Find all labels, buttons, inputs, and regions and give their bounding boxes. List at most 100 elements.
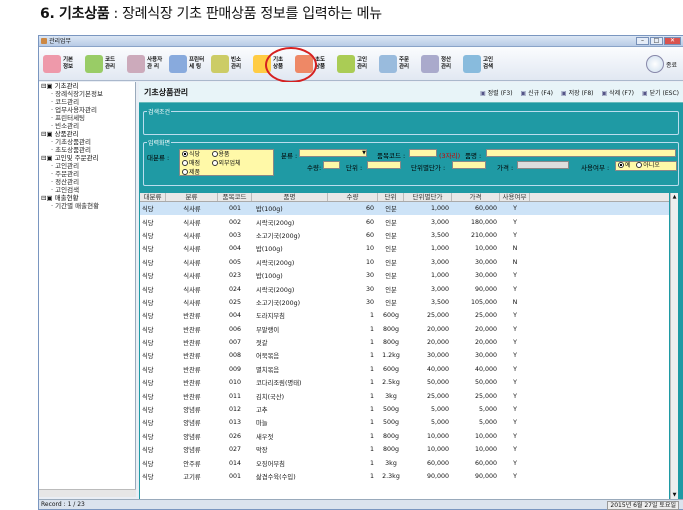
table-cell: 012 bbox=[228, 406, 242, 414]
status-date: 2015년 6월 27일 토요일 bbox=[607, 501, 679, 510]
table-cell: 식당 bbox=[142, 219, 154, 227]
header-button-2[interactable]: 저장 (F8) bbox=[561, 88, 594, 97]
code-input[interactable] bbox=[409, 149, 437, 157]
table-cell: 180,000 bbox=[470, 218, 497, 226]
radio-shop[interactable]: 매점 bbox=[182, 160, 200, 167]
table-cell: 반찬류 bbox=[183, 340, 201, 348]
column-header[interactable]: 대분류 bbox=[140, 193, 166, 201]
name-input[interactable] bbox=[486, 149, 676, 157]
radio-use-no[interactable]: 아니오 bbox=[636, 162, 660, 169]
scroll-up-icon[interactable]: ▲ bbox=[671, 193, 678, 201]
table-cell: 1 bbox=[369, 312, 374, 320]
table-row[interactable]: 식당 고기류 001 삶겹수육(수입) 1 2.3kg 90,000 90,000 Y bbox=[140, 470, 669, 483]
toolbar-button-7[interactable]: 고인 관리 bbox=[337, 50, 373, 78]
tree-item[interactable]: · 장례식장기본정보 bbox=[39, 90, 135, 98]
qty-input[interactable] bbox=[323, 161, 340, 169]
header-button-0[interactable]: 정렬 (F3) bbox=[480, 88, 513, 97]
tree-item[interactable]: · 빈소관리 bbox=[39, 122, 135, 130]
tree-item[interactable]: · 코드관리 bbox=[39, 98, 135, 106]
table-row[interactable]: 식당 양념류 013 마늘 1 500g 5,000 5,000 Y bbox=[140, 416, 669, 429]
toolbar-button-2[interactable]: 사용자 관 리 bbox=[127, 50, 163, 78]
radio-food[interactable]: 식당 bbox=[182, 151, 200, 158]
close-window-button[interactable]: ✕ bbox=[664, 37, 681, 45]
table-row[interactable]: 식당 식사류 004 밥(100g) 10 인분 1,000 10,000 N bbox=[140, 242, 669, 255]
tree-item[interactable]: · 기초상품관리 bbox=[39, 138, 135, 146]
column-header[interactable]: 수량 bbox=[328, 193, 378, 201]
table-cell: 10 bbox=[365, 258, 374, 266]
big-category-radio-group[interactable]: 식당 용품 매점 외부업체 제품 bbox=[179, 149, 274, 176]
table-cell: 20,000 bbox=[426, 325, 449, 333]
header-button-1[interactable]: 신규 (F4) bbox=[521, 88, 553, 97]
column-header[interactable]: 가격 bbox=[452, 193, 500, 201]
column-header[interactable]: 단위 bbox=[378, 193, 404, 201]
toolbar-button-9[interactable]: 정산 관리 bbox=[421, 50, 457, 78]
use-radio-group[interactable]: 예 아니오 bbox=[615, 161, 677, 171]
radio-product[interactable]: 제품 bbox=[182, 169, 200, 176]
category-select[interactable]: ▼ bbox=[299, 149, 367, 157]
table-row[interactable]: 식당 반찬류 009 멸치볶음 1 600g 40,000 40,000 Y bbox=[140, 363, 669, 376]
header-button-4[interactable]: 닫기 (ESC) bbox=[642, 88, 679, 97]
table-row[interactable]: 식당 반찬류 011 김치(국산) 1 3kg 25,000 25,000 Y bbox=[140, 389, 669, 402]
table-cell: 25,000 bbox=[474, 312, 497, 320]
unit-input[interactable] bbox=[367, 161, 401, 169]
column-header[interactable]: 단위별단가 bbox=[404, 193, 452, 201]
maximize-button[interactable]: □ bbox=[650, 37, 663, 45]
table-cell: 40,000 bbox=[426, 365, 449, 373]
tree-item[interactable]: · 주문관리 bbox=[39, 170, 135, 178]
table-row[interactable]: 식당 반찬류 010 코다리조림(명태) 1 2.5kg 50,000 50,000 Y bbox=[140, 376, 669, 389]
table-cell: 1 bbox=[369, 339, 374, 347]
table-row[interactable]: 식당 반찬류 008 어묵볶음 1 1.2kg 30,000 30,000 Y bbox=[140, 349, 669, 362]
header-button-3[interactable]: 삭제 (F7) bbox=[602, 88, 634, 97]
tree-item[interactable]: · 고인검색 bbox=[39, 186, 135, 194]
table-row[interactable]: 식당 반찬류 004 도라지무침 1 600g 25,000 25,000 Y bbox=[140, 309, 669, 322]
tree-item[interactable]: ⊟▣ 고인및 주문관리 bbox=[39, 154, 135, 162]
tree-horizontal-scrollbar[interactable] bbox=[39, 489, 136, 497]
tree-item[interactable]: ⊟▣ 매출현황 bbox=[39, 194, 135, 202]
exit-button[interactable]: 종료 bbox=[645, 55, 677, 73]
table-row[interactable]: 식당 반찬류 006 무말랭이 1 800g 20,000 20,000 Y bbox=[140, 323, 669, 336]
column-header[interactable]: 품목코드 bbox=[218, 193, 252, 201]
column-header[interactable]: 품명 bbox=[252, 193, 328, 201]
scroll-down-icon[interactable]: ▼ bbox=[671, 491, 678, 499]
toolbar-button-3[interactable]: 프린터 세 팅 bbox=[169, 50, 205, 78]
toolbar-button-0[interactable]: 기본 정보 bbox=[43, 50, 79, 78]
table-row[interactable]: 식당 반찬류 007 젓갈 1 800g 20,000 20,000 Y bbox=[140, 336, 669, 349]
table-row[interactable]: 식당 양념류 026 새우젓 1 800g 10,000 10,000 Y bbox=[140, 430, 669, 443]
table-row[interactable]: 식당 식사류 005 시락국(200g) 10 인분 3,000 30,000 N bbox=[140, 256, 669, 269]
table-cell: 소고기국(200g) bbox=[256, 232, 301, 240]
toolbar-button-8[interactable]: 주문 관리 bbox=[379, 50, 415, 78]
radio-external[interactable]: 외부업체 bbox=[211, 160, 241, 167]
tree-item[interactable]: · 프린터세팅 bbox=[39, 114, 135, 122]
table-row[interactable]: 식당 안주류 014 오징어무침 1 3kg 60,000 60,000 Y bbox=[140, 456, 669, 469]
tree-item[interactable]: ⊟▣ 상품관리 bbox=[39, 130, 135, 138]
unit-price-input[interactable] bbox=[452, 161, 486, 169]
table-cell: 005 bbox=[228, 258, 242, 266]
tree-item[interactable]: ⊟▣ 기초관리 bbox=[39, 82, 135, 90]
minimize-button[interactable]: – bbox=[636, 37, 649, 45]
table-row[interactable]: 식당 식사류 002 시락국(200g) 60 인분 3,000 180,000 Y bbox=[140, 215, 669, 228]
radio-supplies[interactable]: 용품 bbox=[211, 151, 230, 158]
tree-item[interactable]: · 초도상품관리 bbox=[39, 146, 135, 154]
table-cell: 60 bbox=[365, 205, 374, 213]
table-row[interactable]: 식당 식사류 024 시락국(200g) 30 인분 3,000 90,000 Y bbox=[140, 282, 669, 295]
toolbar-button-4[interactable]: 빈소 관리 bbox=[211, 50, 247, 78]
tree-item[interactable]: · 기간별 매출현황 bbox=[39, 202, 135, 210]
column-header[interactable]: 사용여부 bbox=[500, 193, 530, 201]
table-row[interactable]: 식당 양념류 027 막장 1 800g 10,000 10,000 Y bbox=[140, 443, 669, 456]
table-cell: 10 bbox=[365, 245, 374, 253]
toolbar-button-1[interactable]: 코드 관리 bbox=[85, 50, 121, 78]
table-row[interactable]: 식당 식사류 001 밥(100g) 60 인분 1,000 60,000 Y bbox=[140, 202, 669, 216]
tree-item[interactable]: · 고인관리 bbox=[39, 162, 135, 170]
tree-item[interactable]: · 정산관리 bbox=[39, 178, 135, 186]
table-row[interactable]: 식당 식사류 023 밥(100g) 30 인분 1,000 30,000 Y bbox=[140, 269, 669, 282]
table-row[interactable]: 식당 양념류 012 고추 1 500g 5,000 5,000 Y bbox=[140, 403, 669, 416]
column-header[interactable]: 분류 bbox=[166, 193, 218, 201]
grid-vertical-scrollbar[interactable]: ▲ ▼ bbox=[670, 193, 678, 499]
table-row[interactable]: 식당 식사류 025 소고기국(200g) 30 인분 3,500 105,000 N bbox=[140, 296, 669, 309]
radio-use-yes[interactable]: 예 bbox=[618, 162, 631, 169]
table-row[interactable]: 식당 식사류 003 소고기국(200g) 60 인분 3,500 210,000 Y bbox=[140, 229, 669, 242]
toolbar-button-10[interactable]: 고인 검색 bbox=[463, 50, 499, 78]
toolbar-label: 주문 관리 bbox=[399, 56, 410, 70]
table-cell: 800g bbox=[382, 446, 400, 454]
tree-item[interactable]: · 업무사용자관리 bbox=[39, 106, 135, 114]
